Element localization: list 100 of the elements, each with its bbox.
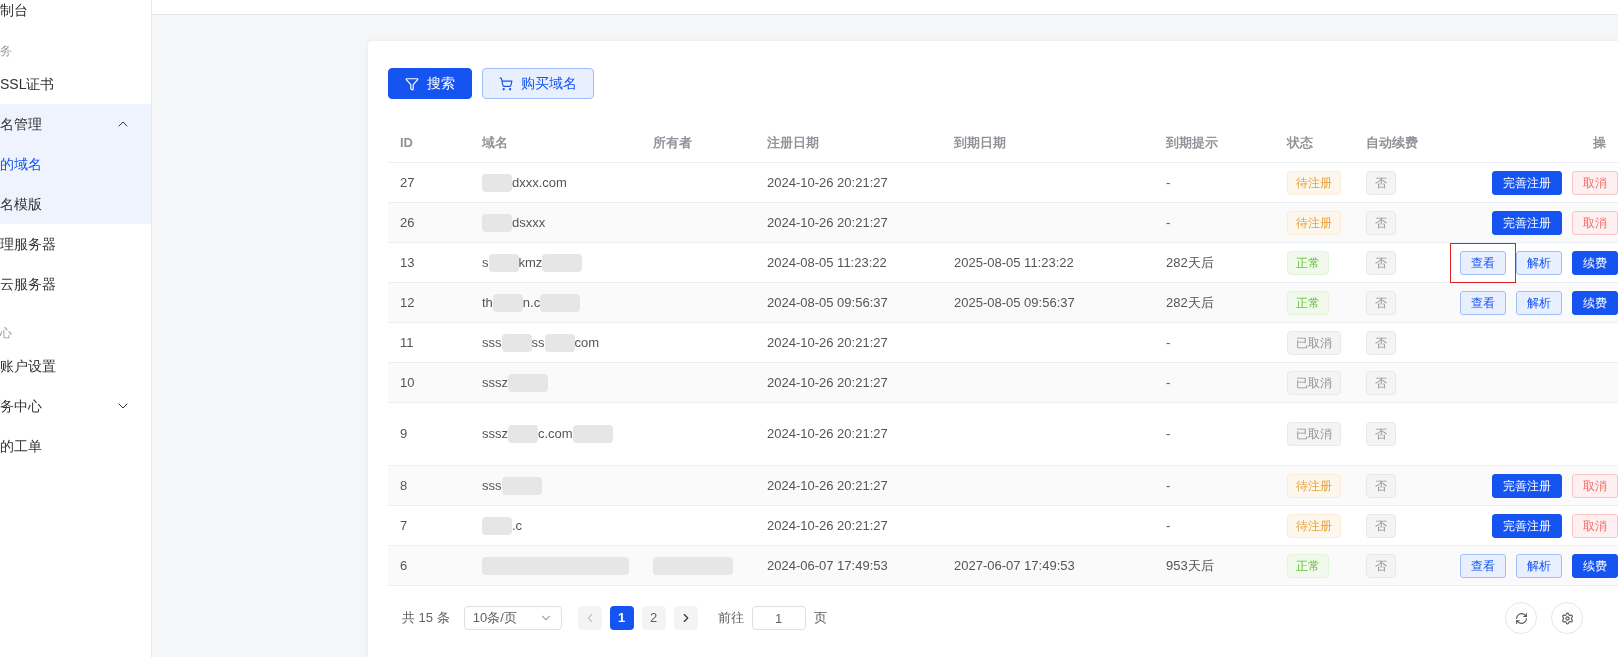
table-cell: 2024-08-05 11:23:22	[767, 254, 887, 270]
table-cell: 2024-06-07 17:49:53	[767, 557, 888, 573]
buy-domain-button[interactable]: 购买域名	[482, 68, 594, 99]
status-tag: 已取消	[1287, 422, 1341, 446]
column-header: 自动续费	[1366, 134, 1418, 150]
domain-text: sss	[482, 333, 502, 352]
row-action-button[interactable]: 完善注册	[1492, 473, 1562, 498]
row-action-button[interactable]: 解析	[1516, 250, 1562, 275]
row-action-button[interactable]: 续费	[1572, 553, 1618, 578]
table-cell: 2024-10-26 20:21:27	[767, 374, 888, 390]
domain-text: dxxx.com	[512, 173, 567, 192]
settings-icon	[1560, 611, 1574, 625]
domain-text: th	[482, 293, 493, 312]
auto-renew-tag: 否	[1366, 513, 1396, 538]
table-cell: -	[1166, 426, 1171, 442]
status-tag: 已取消	[1287, 330, 1341, 355]
sidebar-group[interactable]: 务中心	[0, 386, 151, 426]
table-cell: 2025-08-05 09:56:37	[954, 294, 1075, 310]
auto-renew-tag: 否	[1366, 290, 1396, 315]
table-cell: 2024-10-26 20:21:27	[767, 426, 888, 442]
domain-text: .c	[512, 516, 523, 535]
table-cell: 11	[400, 334, 414, 350]
redaction-blur	[544, 333, 575, 352]
auto-renew-tag: 否	[1366, 422, 1396, 446]
row-action-button[interactable]: 查看	[1460, 290, 1506, 315]
table-cell: 13	[400, 254, 415, 270]
row-action-button[interactable]: 查看	[1460, 553, 1506, 578]
row-action-button[interactable]: 查看	[1460, 250, 1506, 275]
total-count: 共 15 条	[402, 609, 450, 628]
status-tag: 正常	[1287, 250, 1329, 275]
domain-text: sssz	[482, 425, 508, 444]
table-cell: 7	[400, 517, 408, 533]
row-action-button[interactable]: 续费	[1572, 290, 1618, 315]
row-action-button[interactable]: 完善注册	[1492, 513, 1562, 538]
status-tag: 待注册	[1287, 210, 1341, 235]
domain-text: dsxxx	[512, 213, 546, 232]
column-header: 到期日期	[954, 134, 1006, 150]
table-cell: 2027-06-07 17:49:53	[954, 557, 1075, 573]
table-cell: 27	[400, 174, 415, 190]
table-cell: 6	[400, 557, 408, 573]
table-cell: -	[1166, 517, 1171, 533]
row-action-button[interactable]: 完善注册	[1492, 210, 1562, 235]
auto-renew-tag: 否	[1366, 210, 1396, 235]
cart-icon	[499, 76, 513, 91]
row-action-button[interactable]: 解析	[1516, 553, 1562, 578]
auto-renew-tag: 否	[1366, 170, 1396, 195]
auto-renew-tag: 否	[1366, 330, 1396, 355]
refresh-icon	[1514, 611, 1528, 625]
table-cell: 282天后	[1166, 254, 1214, 270]
table-cell: 2025-08-05 11:23:22	[954, 254, 1074, 270]
page-size-select[interactable]: 10条/页	[463, 606, 562, 630]
status-tag: 待注册	[1287, 473, 1341, 498]
domain-text: sss	[482, 476, 502, 495]
domain-text: sssz	[482, 373, 508, 392]
column-header: 到期提示	[1166, 134, 1218, 150]
redaction-blur	[482, 173, 512, 192]
sidebar-section-label: 心	[0, 325, 12, 342]
filter-icon	[405, 76, 419, 91]
row-action-button[interactable]: 完善注册	[1492, 170, 1562, 195]
table-cell: 2024-08-05 09:56:37	[767, 294, 888, 310]
sidebar-item[interactable]: 理服务器	[0, 224, 151, 264]
table-cell: 9	[400, 426, 408, 442]
sidebar-item[interactable]: 的工单	[0, 426, 151, 466]
page-button[interactable]: 2	[641, 606, 666, 630]
table-cell: 2024-10-26 20:21:27	[767, 334, 888, 350]
sidebar-item[interactable]: 制台	[0, 0, 151, 22]
column-header: ID	[400, 134, 413, 150]
sidebar-item[interactable]: SSL证书	[0, 64, 151, 104]
column-header: 操	[1593, 134, 1606, 150]
column-header: 注册日期	[767, 134, 819, 150]
row-action-button[interactable]: 解析	[1516, 290, 1562, 315]
sidebar-subitem[interactable]: 的域名	[0, 144, 151, 184]
domain-text: n.c	[522, 293, 541, 312]
status-tag: 正常	[1287, 553, 1329, 578]
row-action-button[interactable]: 续费	[1572, 250, 1618, 275]
page-button[interactable]: 1	[609, 606, 634, 630]
auto-renew-tag: 否	[1366, 250, 1396, 275]
next-page-button[interactable]	[673, 606, 698, 630]
column-header: 域名	[482, 134, 508, 150]
table-cell: -	[1166, 334, 1171, 350]
goto-page-field[interactable]: 1	[751, 606, 806, 630]
domain-text: s	[482, 253, 489, 272]
table-cell: 2024-10-26 20:21:27	[767, 517, 888, 533]
redaction-blur	[572, 425, 613, 443]
redaction-blur	[508, 425, 538, 443]
status-tag: 正常	[1287, 290, 1329, 315]
sidebar-item[interactable]: 账户设置	[0, 346, 151, 386]
table-cell: 10	[400, 374, 415, 390]
sidebar-item[interactable]: 云服务器	[0, 264, 151, 304]
sidebar-subitem[interactable]: 名模版	[0, 184, 151, 224]
column-header: 状态	[1287, 134, 1313, 150]
search-button[interactable]: 搜索	[388, 68, 472, 99]
table-cell: 282天后	[1166, 294, 1214, 310]
goto-label: 前往	[717, 609, 744, 628]
table-cell: 953天后	[1166, 557, 1214, 573]
table-cell: 2024-10-26 20:21:27	[767, 477, 888, 493]
sidebar-group[interactable]: 名管理	[0, 104, 151, 144]
auto-renew-tag: 否	[1366, 473, 1396, 498]
domain-text: ss	[531, 333, 545, 352]
domain-text: kmz	[518, 253, 543, 272]
